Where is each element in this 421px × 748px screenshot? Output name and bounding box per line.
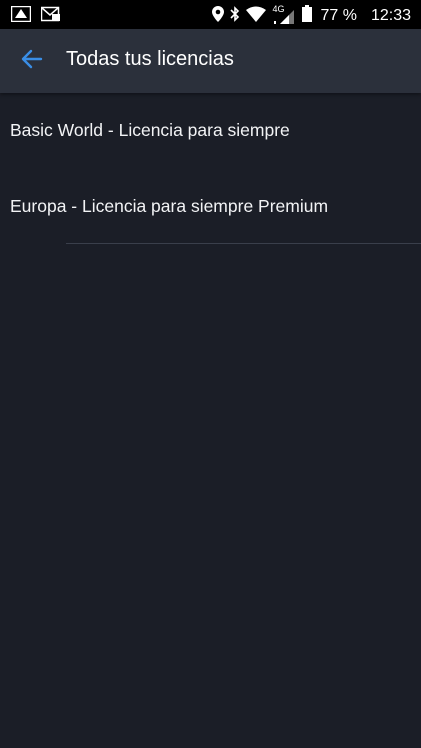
- status-bar: 4G 77 % 12:33: [0, 0, 421, 29]
- battery-percent: 77 %: [320, 7, 357, 24]
- signal-icon: 4G: [272, 4, 296, 25]
- status-bar-left: [10, 5, 61, 27]
- battery-icon: [302, 5, 313, 27]
- back-button[interactable]: [16, 47, 48, 75]
- app-bar: Todas tus licencias: [0, 29, 421, 93]
- alert-icon: [10, 5, 32, 27]
- status-bar-right: 4G 77 % 12:33: [212, 4, 411, 27]
- license-item-europa[interactable]: Europa - Licencia para siempre Premium: [0, 169, 421, 245]
- license-label: Europa - Licencia para siempre Premium: [10, 196, 329, 216]
- page-title: Todas tus licencias: [66, 48, 234, 70]
- bluetooth-icon: [230, 5, 240, 27]
- arrow-left-icon: [21, 49, 43, 74]
- location-icon: [212, 5, 225, 27]
- license-item-basic-world[interactable]: Basic World - Licencia para siempre: [0, 93, 421, 169]
- clock-time: 12:33: [370, 7, 411, 24]
- license-list: Basic World - Licencia para siempre Euro…: [0, 93, 421, 245]
- message-icon: [40, 6, 61, 27]
- list-divider: [66, 243, 421, 244]
- wifi-icon: [246, 6, 267, 27]
- license-label: Basic World - Licencia para siempre: [10, 120, 290, 140]
